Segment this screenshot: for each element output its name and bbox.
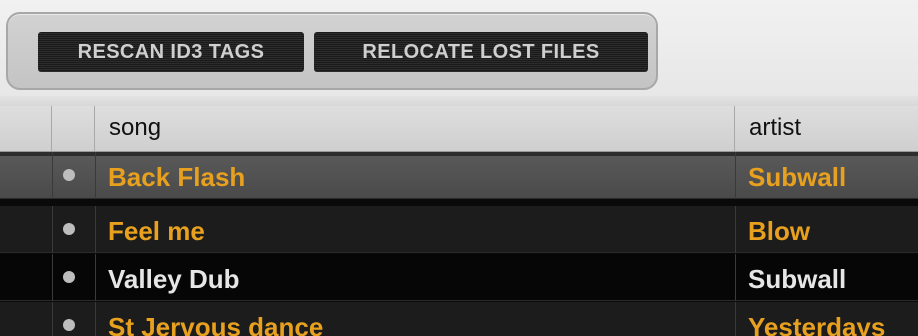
column-separator	[95, 302, 96, 336]
column-separator	[95, 254, 96, 301]
track-artist: Subwall	[748, 162, 847, 192]
column-separator	[95, 152, 96, 199]
status-dot-icon	[63, 319, 75, 331]
track-artist: Blow	[748, 216, 811, 246]
track-song: Feel me	[108, 216, 205, 246]
column-separator	[95, 206, 96, 253]
column-separator	[735, 254, 736, 301]
toolbar-divider	[0, 96, 918, 106]
track-row[interactable]: Back Flash Subwall	[0, 152, 918, 199]
status-dot-icon	[63, 169, 75, 181]
column-separator	[52, 206, 53, 253]
button-tray: RESCAN ID3 TAGS RELOCATE LOST FILES	[6, 12, 658, 90]
track-song: Valley Dub	[108, 264, 240, 294]
track-artist: Yesterdays	[748, 312, 886, 336]
track-song: St Jervous dance	[108, 312, 324, 336]
column-separator	[735, 206, 736, 253]
track-list-header: song artist	[0, 106, 918, 152]
column-separator	[52, 254, 53, 301]
track-list: Back Flash Subwall Feel me Blow Valley D…	[0, 152, 918, 336]
track-song: Back Flash	[108, 162, 246, 192]
column-separator	[735, 152, 736, 199]
column-separator	[52, 302, 53, 336]
column-header-blank[interactable]	[0, 106, 52, 151]
column-header-artist[interactable]: artist	[735, 106, 918, 151]
status-dot-icon	[63, 223, 75, 235]
track-row[interactable]: Valley Dub Subwall	[0, 254, 918, 301]
column-header-status[interactable]	[52, 106, 95, 151]
relocate-lost-files-button[interactable]: RELOCATE LOST FILES	[314, 32, 648, 72]
track-row[interactable]: St Jervous dance Yesterdays	[0, 302, 918, 336]
row-divider	[0, 199, 918, 206]
track-row[interactable]: Feel me Blow	[0, 206, 918, 253]
rescan-id3-tags-button[interactable]: RESCAN ID3 TAGS	[38, 32, 304, 72]
track-artist: Subwall	[748, 264, 847, 294]
column-header-song[interactable]: song	[95, 106, 735, 151]
library-toolbar: RESCAN ID3 TAGS RELOCATE LOST FILES	[0, 0, 918, 96]
column-separator	[735, 302, 736, 336]
status-dot-icon	[63, 271, 75, 283]
column-separator	[52, 152, 53, 199]
